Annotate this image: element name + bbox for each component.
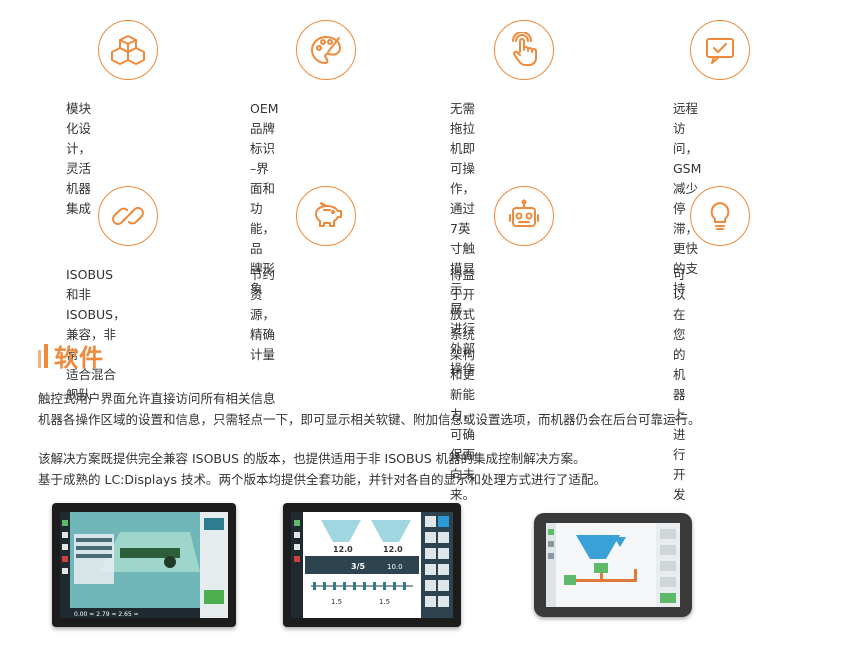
terminal-2-value-5: 1.5 bbox=[331, 598, 342, 606]
paragraph-line: 基于成熟的 LC:Displays 技术。两个版本均提供全套功能，并针对各自的显… bbox=[38, 472, 606, 487]
robot-icon bbox=[494, 186, 554, 246]
display-terminal-2: 12.0 12.0 3/5 10.0 1.5 1.5 bbox=[283, 503, 461, 627]
lightbulb-icon bbox=[690, 186, 750, 246]
terminal-1-ui: 0.00 ≈ 2.79 ≈ 2.65 = bbox=[60, 512, 228, 618]
terminal-1-readout: 0.00 ≈ 2.79 ≈ 2.65 = bbox=[74, 611, 139, 618]
piggy-bank-icon bbox=[296, 186, 356, 246]
paragraph-2: 该解决方案既提供完全兼容 ISOBUS 的版本，也提供适用于非 ISOBUS 机… bbox=[38, 448, 606, 490]
rugged-tablet-screen bbox=[546, 523, 680, 607]
rugged-tablet bbox=[534, 513, 692, 617]
terminal-2-value-6: 1.5 bbox=[379, 598, 390, 606]
feature-text: 节约资源，精确计量 bbox=[250, 267, 276, 362]
section-heading: 软件 bbox=[38, 338, 104, 373]
chat-check-icon bbox=[690, 20, 750, 80]
palette-icon bbox=[296, 20, 356, 80]
terminal-2-screen: 12.0 12.0 3/5 10.0 1.5 1.5 bbox=[291, 512, 453, 618]
terminal-2-value-4: 10.0 bbox=[387, 563, 403, 571]
heading-accent-bars bbox=[38, 343, 48, 368]
blocks-icon bbox=[98, 20, 158, 80]
section-title: 软件 bbox=[54, 344, 104, 372]
feature-text: 模块化设计，灵活机器集成 bbox=[66, 101, 92, 216]
paragraph-1: 触控式用户界面允许直接访问所有相关信息 机器各操作区域的设置和信息，只需轻点一下… bbox=[38, 388, 701, 430]
feature-text: ISOBUS 和非 ISOBUS，兼容，非常 适合混合舰队 bbox=[66, 267, 126, 402]
paragraph-line: 机器各操作区域的设置和信息，只需轻点一下，即可显示相关软键、附加信息或设置选项，… bbox=[38, 412, 701, 427]
paragraph-line: 该解决方案既提供完全兼容 ISOBUS 的版本，也提供适用于非 ISOBUS 机… bbox=[38, 451, 586, 466]
paragraph-line: 触控式用户界面允许直接访问所有相关信息 bbox=[38, 391, 276, 406]
terminal-2-value-1: 12.0 bbox=[333, 545, 353, 554]
terminal-2-value-2: 12.0 bbox=[383, 545, 403, 554]
terminal-2-ui: 12.0 12.0 3/5 10.0 1.5 1.5 bbox=[291, 512, 453, 618]
feature-text: 可以在您的机器上进 行开发 bbox=[673, 267, 686, 502]
display-terminal-1: 0.00 ≈ 2.79 ≈ 2.65 = bbox=[52, 503, 236, 627]
link-icon bbox=[98, 186, 158, 246]
rugged-tablet-ui bbox=[546, 523, 680, 607]
terminal-2-value-3: 3/5 bbox=[351, 562, 365, 571]
touch-hand-icon bbox=[494, 20, 554, 80]
terminal-1-screen: 0.00 ≈ 2.79 ≈ 2.65 = bbox=[60, 512, 228, 618]
